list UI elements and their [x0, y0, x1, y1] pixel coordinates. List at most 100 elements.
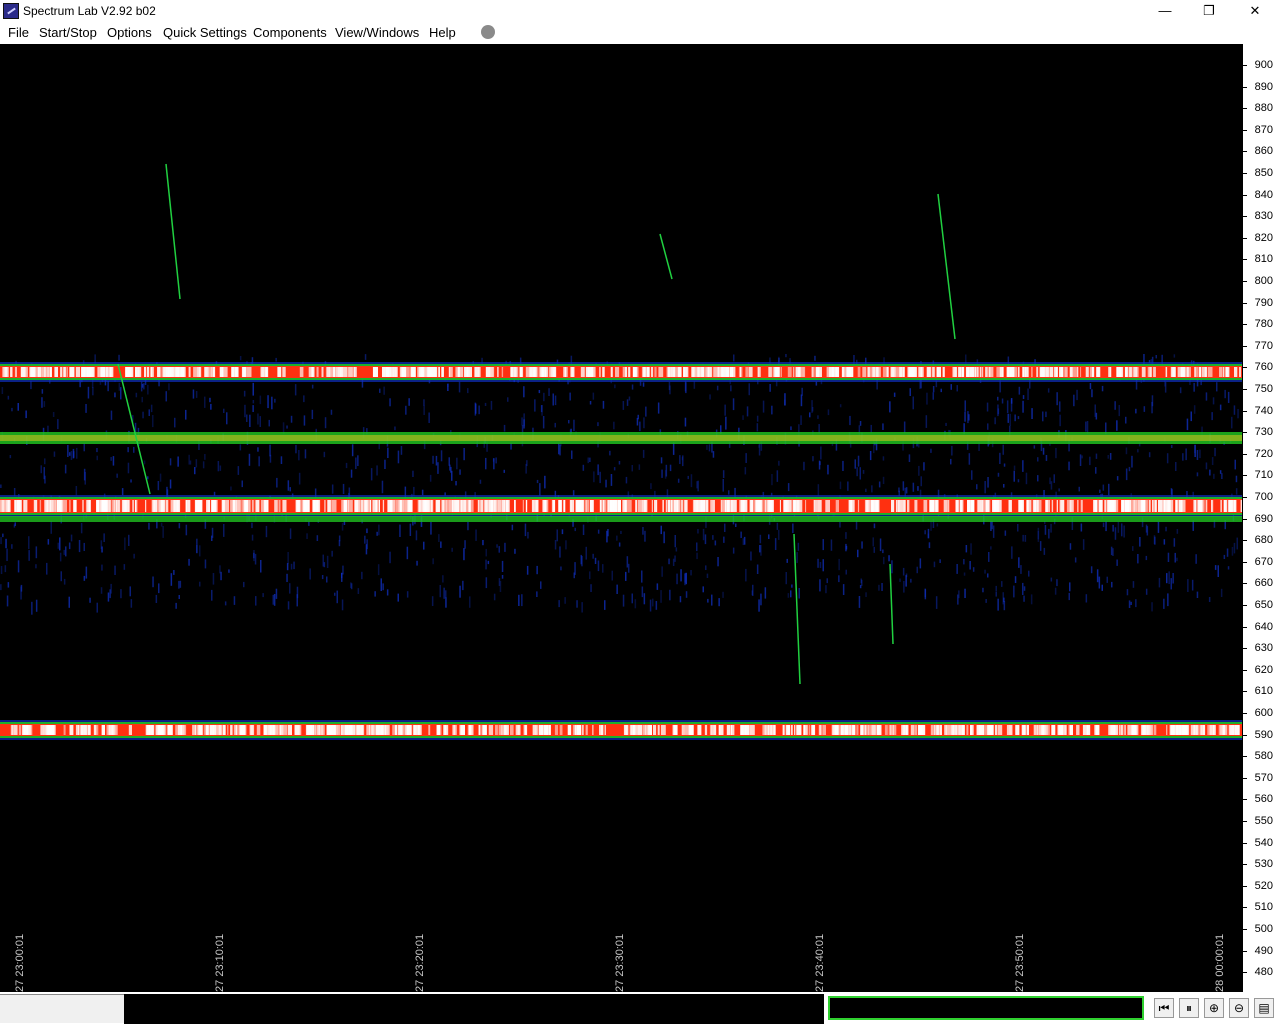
noise-speck [159, 473, 162, 482]
noise-speck [243, 390, 246, 397]
band-590-hot [697, 725, 702, 735]
band-695-hot [930, 500, 935, 512]
menu-view-windows[interactable]: View/Windows [335, 25, 419, 40]
noise-speck [89, 597, 91, 603]
band-695-hot [50, 500, 54, 512]
noise-speck [1030, 594, 1033, 605]
band-695-hot [1130, 500, 1135, 512]
noise-speck [451, 470, 453, 481]
frequency-axis[interactable]: 900 890 880 870 860 850 840 830 820 810 800 790 780 7… [1242, 44, 1280, 992]
noise-speck [46, 562, 48, 575]
band-760-hot [490, 367, 493, 377]
band-760-hot [410, 367, 413, 377]
noise-speck [429, 474, 432, 482]
noise-speck [1211, 457, 1214, 465]
band-695-hot [805, 500, 807, 512]
noise-speck [142, 411, 144, 419]
band-590-hot [212, 725, 216, 735]
noise-speck [448, 457, 450, 466]
noise-speck [1049, 477, 1051, 485]
settings-icon[interactable]: ▤ [1254, 998, 1274, 1018]
menu-quick-settings[interactable]: Quick Settings [163, 25, 247, 40]
prev-icon[interactable]: ⏮ [1154, 998, 1174, 1018]
noise-speck [558, 443, 560, 455]
noise-speck [792, 523, 794, 533]
noise-speck [1009, 413, 1011, 426]
minimize-button[interactable]: — [1142, 0, 1188, 22]
noise-speck [35, 546, 38, 559]
zoom-in-icon[interactable]: ⊕ [1204, 998, 1224, 1018]
band-760-hot [926, 367, 931, 377]
band-590-hot [1068, 725, 1072, 735]
band-590-hot [244, 725, 247, 735]
noise-speck [940, 388, 942, 393]
band-760-hot [247, 367, 252, 377]
noise-speck [309, 568, 311, 580]
noise-speck [534, 399, 536, 412]
menu-options[interactable]: Options [107, 25, 152, 40]
band-590-hot [315, 725, 321, 735]
noise-speck [815, 381, 818, 386]
noise-speck [910, 578, 912, 583]
frequency-tick: 690 [1243, 512, 1280, 526]
noise-speck [379, 388, 381, 393]
pause-icon[interactable]: ⏸ [1179, 998, 1199, 1018]
app-icon[interactable] [3, 3, 19, 19]
noise-speck [377, 564, 380, 576]
band-760-hot [1026, 367, 1029, 377]
noise-speck [11, 544, 13, 549]
close-button[interactable]: ✕ [1232, 0, 1278, 22]
band-590-hot [762, 725, 766, 735]
noise-speck [759, 534, 762, 544]
band-695-hot [1211, 500, 1214, 512]
command-input[interactable] [828, 996, 1144, 1020]
band-760-hot [395, 367, 397, 377]
band-590-hot [1043, 725, 1046, 735]
band-695-hot [132, 500, 134, 512]
band-760-hot [841, 367, 845, 377]
time-label: 2018-09-27 23:30:01 [614, 933, 626, 992]
band-590-hot [945, 725, 950, 735]
noise-speck [1151, 602, 1153, 612]
noise-speck [1059, 401, 1061, 412]
noise-speck [287, 480, 290, 491]
menu-file[interactable]: File [8, 25, 29, 40]
menu-help[interactable]: Help [429, 25, 456, 40]
noise-speck [861, 541, 863, 549]
menu-start-stop[interactable]: Start/Stop [39, 25, 97, 40]
status-panel [0, 994, 124, 1023]
noise-speck [1054, 587, 1057, 595]
noise-speck [510, 443, 512, 450]
noise-speck [431, 596, 434, 606]
band-695-hot [787, 500, 792, 512]
band-590-hot [1220, 725, 1224, 735]
noise-speck [787, 593, 790, 598]
band-695-hot [248, 500, 251, 512]
noise-speck [141, 396, 143, 403]
noise-speck [1013, 470, 1015, 482]
band-760-hot [936, 367, 941, 377]
frequency-tick: 870 [1243, 123, 1280, 137]
noise-speck [785, 572, 787, 585]
noise-speck [1050, 523, 1052, 533]
noise-speck [956, 385, 958, 392]
band-760-hot [632, 367, 637, 377]
menu-components[interactable]: Components [253, 25, 327, 40]
noise-speck [611, 570, 613, 581]
zoom-out-icon[interactable]: ⊖ [1229, 998, 1249, 1018]
band-590-hot [341, 725, 346, 735]
noise-speck [1086, 421, 1089, 434]
noise-speck [150, 404, 153, 413]
noise-speck [660, 525, 662, 535]
band-695-hot [1152, 500, 1154, 512]
frequency-tick: 790 [1243, 296, 1280, 310]
noise-speck [85, 404, 87, 413]
spectrogram-waterfall[interactable]: 2018-09-27 23:00:01 2018-09-27 23:10:01 … [0, 44, 1242, 992]
restore-button[interactable]: ❐ [1186, 0, 1232, 22]
status-indicator-icon [481, 25, 495, 39]
noise-speck [4, 565, 7, 573]
noise-speck [479, 479, 482, 484]
noise-speck [616, 535, 618, 541]
noise-speck [463, 448, 465, 461]
band-760-hot [382, 367, 385, 377]
